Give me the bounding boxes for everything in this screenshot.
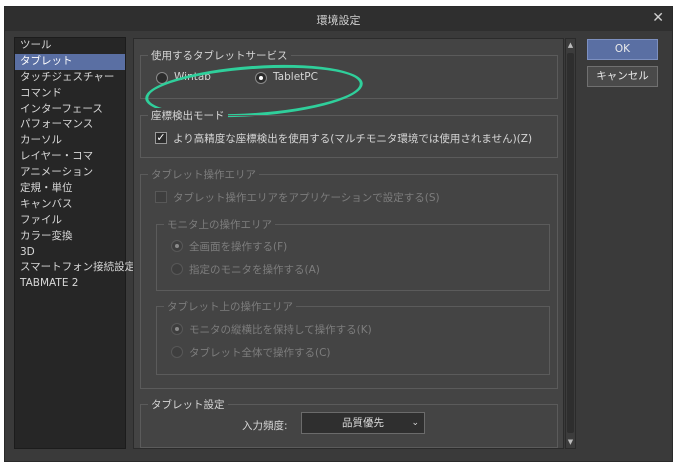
sidebar-item[interactable]: カラー変換 xyxy=(15,229,125,245)
sidebar-item[interactable]: キャンバス xyxy=(15,197,125,213)
tablet-service-legend: 使用するタブレットサービス xyxy=(148,48,291,63)
coordinate-mode-group: 座標検出モード ✓ より高精度な座標検出を使用する(マルチモニタ環境では使用され… xyxy=(140,108,558,158)
title-bar: 環境設定 ✕ xyxy=(5,7,672,31)
specific-monitor-radio[interactable] xyxy=(171,263,183,275)
chevron-down-icon: ⌄ xyxy=(411,418,419,428)
scroll-up-icon[interactable]: ▲ xyxy=(567,41,574,49)
high-precision-checkbox[interactable]: ✓ xyxy=(155,132,167,144)
input-rate-select[interactable]: 品質優先 ⌄ xyxy=(301,412,425,434)
whole-tablet-label[interactable]: タブレット全体で操作する(C) xyxy=(189,345,331,360)
work-area-legend: タブレット操作エリア xyxy=(148,167,259,182)
sidebar-item[interactable]: ファイル xyxy=(15,213,125,229)
sidebar-item[interactable]: 定規・単位 xyxy=(15,181,125,197)
input-rate-label: 入力頻度: xyxy=(242,420,288,432)
specific-monitor-label[interactable]: 指定のモニタを操作する(A) xyxy=(189,262,320,277)
ok-button[interactable]: OK xyxy=(587,39,658,60)
sidebar-item[interactable]: コマンド xyxy=(15,86,125,102)
sidebar-item[interactable]: TABMATE 2 xyxy=(15,276,125,292)
close-icon[interactable]: ✕ xyxy=(652,10,664,26)
settings-panel: 使用するタブレットサービス Wintab TabletPC 座標検出モード ✓ … xyxy=(133,38,564,449)
sidebar-item[interactable]: カーソル xyxy=(15,133,125,149)
input-rate-value: 品質優先 xyxy=(342,417,384,429)
sidebar-item[interactable]: ツール xyxy=(15,38,125,54)
sidebar-item[interactable]: アニメーション xyxy=(15,165,125,181)
dialog-title: 環境設定 xyxy=(316,14,361,27)
sidebar-item[interactable]: パフォーマンス xyxy=(15,117,125,133)
sidebar-item[interactable]: タブレット xyxy=(15,53,125,70)
sidebar-item[interactable]: レイヤー・コマ xyxy=(15,149,125,165)
sidebar-item[interactable]: インターフェース xyxy=(15,102,125,118)
monitor-area-group: モニタ上の操作エリア 全画面を操作する(F) 指定のモニタを操作する(A) xyxy=(156,217,550,291)
sidebar-item[interactable]: 3D xyxy=(15,245,125,261)
tablet-service-group: 使用するタブレットサービス Wintab TabletPC xyxy=(140,48,558,124)
keep-ratio-radio[interactable] xyxy=(171,323,183,335)
tablet-area-legend: タブレット上の操作エリア xyxy=(164,299,296,314)
app-setting-checkbox[interactable] xyxy=(155,191,167,203)
sidebar-item[interactable]: スマートフォン接続設定 xyxy=(15,260,135,276)
sidebar-item[interactable]: タッチジェスチャー xyxy=(15,70,125,86)
work-area-group: タブレット操作エリア タブレット操作エリアをアプリケーションで設定する(S) モ… xyxy=(140,167,558,389)
preferences-dialog: 環境設定 ✕ ツール タブレット タッチジェスチャー コマンド インターフェース パフォー… xyxy=(4,6,673,462)
category-list: ツール タブレット タッチジェスチャー コマンド インターフェース パフォーマンス カーソル… xyxy=(14,37,135,449)
monitor-area-legend: モニタ上の操作エリア xyxy=(164,217,275,232)
cancel-button[interactable]: キャンセル xyxy=(587,66,658,87)
app-setting-label[interactable]: タブレット操作エリアをアプリケーションで設定する(S) xyxy=(173,190,440,205)
whole-tablet-radio[interactable] xyxy=(171,346,183,358)
high-precision-label[interactable]: より高精度な座標検出を使用する(マルチモニタ環境では使用されません)(Z) xyxy=(173,131,532,146)
keep-ratio-label[interactable]: モニタの縦横比を保持して操作する(K) xyxy=(189,322,372,337)
fullscreen-radio[interactable] xyxy=(171,240,183,252)
settings-scrollbar[interactable]: ▲ ▼ xyxy=(565,38,576,449)
fullscreen-label[interactable]: 全画面を操作する(F) xyxy=(189,239,287,254)
tablet-area-group: タブレット上の操作エリア モニタの縦横比を保持して操作する(K) タブレット全体… xyxy=(156,299,550,375)
tablet-settings-legend: タブレット設定 xyxy=(148,397,228,412)
coordinate-mode-legend: 座標検出モード xyxy=(148,108,228,123)
scroll-thumb[interactable] xyxy=(567,53,574,433)
scroll-down-icon[interactable]: ▼ xyxy=(567,438,574,446)
